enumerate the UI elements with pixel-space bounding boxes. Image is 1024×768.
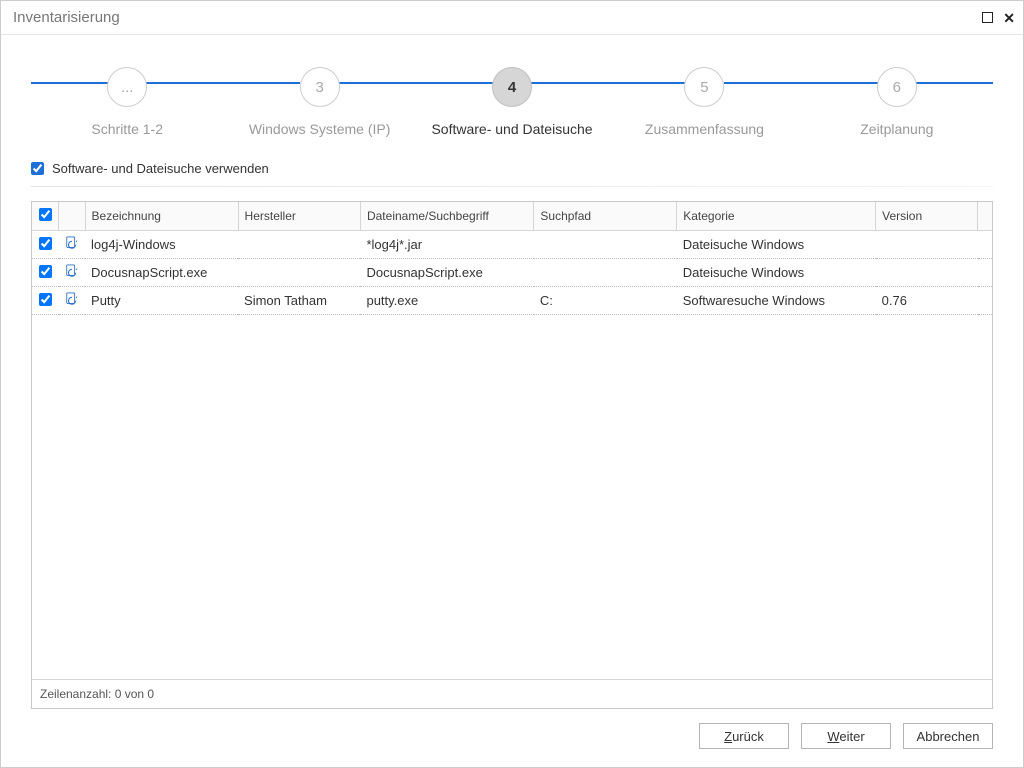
row-checkbox[interactable]: [39, 293, 52, 306]
cell-filename: *log4j*.jar: [360, 231, 533, 259]
step-circle: 5: [684, 67, 724, 107]
header-checkbox-cell: [32, 202, 59, 231]
header-category[interactable]: Kategorie: [677, 202, 876, 231]
select-all-checkbox[interactable]: [39, 208, 52, 221]
row-checkbox-cell: [32, 259, 59, 287]
cell-spacer: [978, 259, 992, 287]
step-circle: 6: [877, 67, 917, 107]
titlebar: Inventarisierung ✕: [1, 1, 1023, 35]
step-label-1: Schritte 1-2: [31, 121, 223, 137]
cell-category: Dateisuche Windows: [677, 259, 876, 287]
table-row[interactable]: DocusnapScript.exe DocusnapScript.exe Date…: [32, 259, 992, 287]
cancel-button[interactable]: Abbrechen: [903, 723, 993, 749]
cell-name: log4j-Windows: [85, 231, 238, 259]
maximize-icon: [982, 12, 993, 23]
next-button[interactable]: Weiter: [801, 723, 891, 749]
step-5[interactable]: 6: [801, 67, 993, 107]
step-label-3: Software- und Dateisuche: [416, 121, 608, 137]
header-filename[interactable]: Dateiname/Suchbegriff: [360, 202, 533, 231]
header-spacer: [978, 202, 992, 231]
cell-name: Putty: [85, 287, 238, 315]
step-circle: ...: [107, 67, 147, 107]
cell-spacer: [978, 231, 992, 259]
step-1[interactable]: ...: [31, 67, 223, 107]
grid-header-row: Bezeichnung Hersteller Dateiname/Suchbeg…: [32, 202, 992, 231]
step-label-2: Windows Systeme (IP): [223, 121, 415, 137]
step-3[interactable]: 4: [416, 67, 608, 107]
cell-filename: DocusnapScript.exe: [360, 259, 533, 287]
cell-category: Dateisuche Windows: [677, 231, 876, 259]
header-searchpath[interactable]: Suchpfad: [534, 202, 677, 231]
cell-version: [876, 231, 978, 259]
header-version[interactable]: Version: [876, 202, 978, 231]
cell-filename: putty.exe: [360, 287, 533, 315]
step-circle: 3: [300, 67, 340, 107]
step-circle: 4: [492, 67, 532, 107]
row-icon-cell: [59, 259, 86, 287]
cell-searchpath: [534, 259, 677, 287]
window-title: Inventarisierung: [13, 9, 982, 26]
search-items-grid: Bezeichnung Hersteller Dateiname/Suchbeg…: [31, 201, 993, 709]
use-search-checkbox[interactable]: [31, 162, 44, 175]
search-item-icon: [65, 236, 79, 250]
window-controls: ✕: [982, 11, 1015, 25]
step-label-5: Zeitplanung: [801, 121, 993, 137]
cell-category: Softwaresuche Windows: [677, 287, 876, 315]
cell-manufacturer: [238, 259, 360, 287]
cell-version: 0.76: [876, 287, 978, 315]
cell-version: [876, 259, 978, 287]
cell-manufacturer: Simon Tatham: [238, 287, 360, 315]
step-2[interactable]: 3: [223, 67, 415, 107]
header-manufacturer[interactable]: Hersteller: [238, 202, 360, 231]
divider: [31, 186, 993, 187]
cell-name: DocusnapScript.exe: [85, 259, 238, 287]
header-icon-cell: [59, 202, 86, 231]
row-checkbox-cell: [32, 231, 59, 259]
step-label-4: Zusammenfassung: [608, 121, 800, 137]
back-button[interactable]: Zurück: [699, 723, 789, 749]
cell-searchpath: [534, 231, 677, 259]
use-search-label: Software- und Dateisuche verwenden: [52, 161, 269, 176]
search-item-icon: [65, 292, 79, 306]
grid-empty-area: [32, 315, 992, 679]
use-search-option: Software- und Dateisuche verwenden: [31, 161, 993, 176]
header-name[interactable]: Bezeichnung: [85, 202, 238, 231]
row-checkbox-cell: [32, 287, 59, 315]
wizard-buttons: Zurück Weiter Abbrechen: [1, 709, 1023, 767]
row-icon-cell: [59, 287, 86, 315]
search-item-icon: [65, 264, 79, 278]
wizard-stepper: ... 3 4 5 6 Schritte 1-2Windows Systeme (IP)…: [1, 35, 1023, 147]
cell-spacer: [978, 287, 992, 315]
table-row[interactable]: log4j-Windows *log4j*.jar Dateisuche Windo…: [32, 231, 992, 259]
step-4[interactable]: 5: [608, 67, 800, 107]
row-checkbox[interactable]: [39, 237, 52, 250]
cell-searchpath: C:: [534, 287, 677, 315]
maximize-button[interactable]: [982, 11, 993, 25]
grid-footer: Zeilenanzahl: 0 von 0: [32, 679, 992, 708]
table-row[interactable]: PuttySimon Tathamputty.exeC:Softwaresuch…: [32, 287, 992, 315]
row-icon-cell: [59, 231, 86, 259]
row-checkbox[interactable]: [39, 265, 52, 278]
close-button[interactable]: ✕: [1003, 11, 1015, 25]
cell-manufacturer: [238, 231, 360, 259]
main-content: Software- und Dateisuche verwenden Bezei…: [1, 147, 1023, 709]
grid-table: Bezeichnung Hersteller Dateiname/Suchbeg…: [32, 202, 992, 315]
